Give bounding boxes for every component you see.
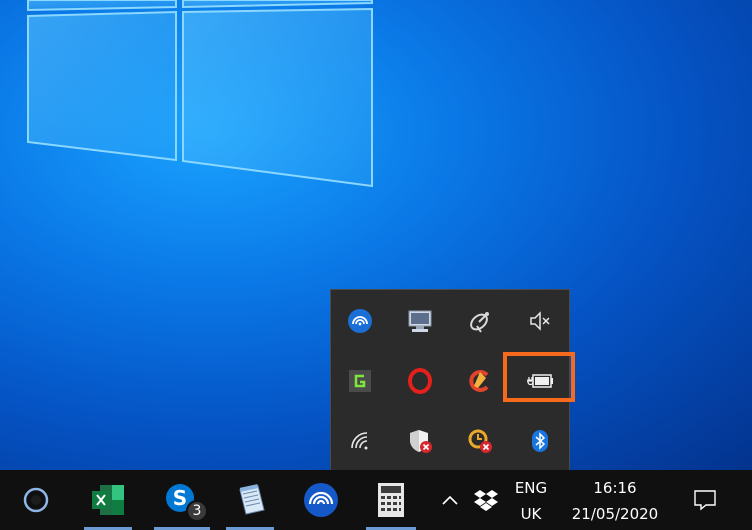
- cortana-icon: [23, 487, 49, 513]
- skype-notification-badge: 3: [186, 500, 208, 522]
- display-icon[interactable]: [402, 303, 438, 339]
- dropbox-tray-button[interactable]: [468, 470, 504, 530]
- opera-icon[interactable]: [402, 363, 438, 399]
- volume-muted-icon[interactable]: [522, 303, 558, 339]
- notification-overflow-tray: [330, 289, 570, 470]
- notepad-taskbar-button[interactable]: [222, 470, 278, 530]
- notepad-icon: [239, 484, 265, 515]
- connect-app-icon: [304, 483, 338, 517]
- battery-power-icon[interactable]: [522, 363, 558, 399]
- action-center-button[interactable]: [682, 470, 728, 530]
- connect-icon[interactable]: [342, 303, 378, 339]
- taskbar: S 3 ENG UK 16:16 21/05/2020: [0, 470, 752, 530]
- language-code[interactable]: ENG: [506, 479, 556, 497]
- wifi-icon[interactable]: [342, 423, 378, 459]
- bluetooth-icon[interactable]: [522, 423, 558, 459]
- skype-taskbar-button[interactable]: S 3: [150, 470, 214, 530]
- excel-icon: [92, 485, 124, 515]
- notification-icon: [694, 490, 716, 511]
- clock-time[interactable]: 16:16: [560, 479, 670, 497]
- greenshot-icon[interactable]: [342, 363, 378, 399]
- chevron-up-icon: [442, 495, 458, 505]
- svg-text:S: S: [173, 486, 187, 510]
- language-region[interactable]: UK: [506, 505, 556, 523]
- calculator-taskbar-button[interactable]: [362, 470, 420, 530]
- cortana-button[interactable]: [14, 470, 58, 530]
- connect-app-taskbar-button[interactable]: [292, 470, 350, 530]
- show-hidden-icons-button[interactable]: [436, 470, 464, 530]
- ccleaner-icon[interactable]: [462, 363, 498, 399]
- satellite-icon[interactable]: [462, 303, 498, 339]
- update-error-icon[interactable]: [462, 423, 498, 459]
- clock-date[interactable]: 21/05/2020: [560, 505, 670, 523]
- windows-security-icon[interactable]: [402, 423, 438, 459]
- calculator-icon: [378, 483, 404, 517]
- excel-taskbar-button[interactable]: [80, 470, 136, 530]
- dropbox-icon: [474, 490, 498, 511]
